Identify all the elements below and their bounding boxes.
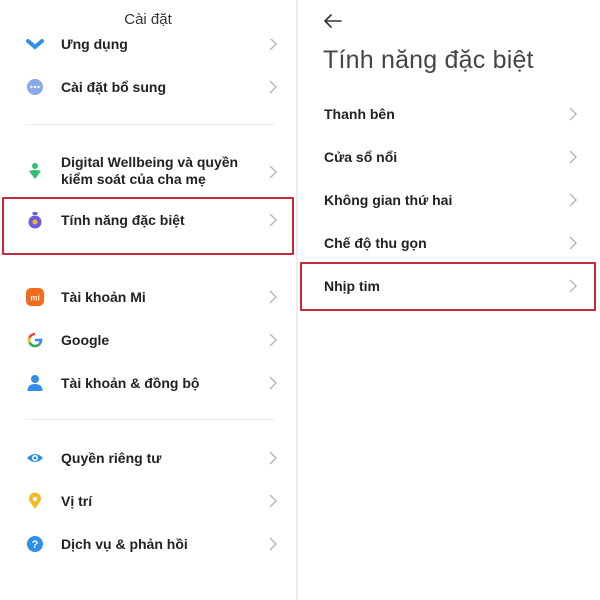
- settings-item-label: Tài khoản & đồng bộ: [61, 374, 200, 391]
- google-icon: [26, 331, 44, 349]
- account-icon: [26, 374, 44, 392]
- settings-item-mi-account[interactable]: mi Tài khoản Mi: [0, 277, 296, 317]
- settings-panel: Ứng dụng Cài đặt Cài đặt bổ sung Digital…: [0, 0, 296, 600]
- chevron-right-icon: [269, 451, 277, 465]
- feature-item-label: Thanh bên: [324, 106, 395, 122]
- chevron-right-icon: [269, 165, 277, 179]
- chevron-right-icon: [269, 290, 277, 304]
- chevron-right-icon: [269, 494, 277, 508]
- location-pin-icon: [26, 492, 44, 510]
- highlight-box: [2, 197, 294, 255]
- settings-item-label: Vị trí: [61, 492, 93, 509]
- highlight-box: [300, 262, 596, 311]
- chevron-right-icon: [569, 236, 577, 250]
- divider: [26, 124, 274, 125]
- divider: [26, 419, 274, 420]
- eye-icon: [26, 449, 44, 467]
- settings-item-label-line1: Digital Wellbeing và quyền: [61, 154, 239, 170]
- settings-item-digital-wellbeing[interactable]: Digital Wellbeing và quyền kiểm soát của…: [0, 150, 296, 194]
- settings-item-location[interactable]: Vị trí: [0, 481, 296, 521]
- more-dots-icon: [26, 78, 44, 96]
- settings-item-label-line2: kiểm soát của cha mẹ: [61, 171, 206, 187]
- settings-item-services-feedback[interactable]: ? Dịch vụ & phản hồi: [0, 524, 296, 564]
- svg-text:?: ?: [32, 539, 39, 551]
- settings-item-label: Cài đặt bổ sung: [61, 78, 166, 95]
- page-title: Tính năng đặc biệt: [323, 46, 534, 74]
- chevron-right-icon: [269, 537, 277, 551]
- chevron-right-icon: [269, 333, 277, 347]
- chevron-right-icon: [569, 150, 577, 164]
- chevron-right-icon: [269, 376, 277, 390]
- feature-item-label: Chế độ thu gọn: [324, 235, 427, 251]
- settings-item-label: Tài khoản Mi: [61, 288, 146, 305]
- feature-item-compact-mode[interactable]: Chế độ thu gọn: [298, 223, 600, 263]
- chevron-right-icon: [569, 107, 577, 121]
- wellbeing-icon: [26, 162, 44, 180]
- help-icon: ?: [26, 535, 44, 553]
- back-arrow-icon[interactable]: [322, 10, 344, 32]
- chevron-right-icon: [269, 80, 277, 94]
- settings-item-label: Quyền riêng tư: [61, 449, 162, 466]
- feature-item-floating-window[interactable]: Cửa sổ nổi: [298, 137, 600, 177]
- settings-item-google[interactable]: Google: [0, 320, 296, 360]
- settings-item-label: Dịch vụ & phản hồi: [61, 535, 188, 552]
- settings-item-accounts-sync[interactable]: Tài khoản & đồng bộ: [0, 363, 296, 403]
- page-title: Cài đặt: [0, 11, 296, 39]
- settings-item-additional[interactable]: Cài đặt bổ sung: [0, 67, 296, 107]
- settings-item-privacy[interactable]: Quyền riêng tư: [0, 438, 296, 478]
- chevron-right-icon: [569, 193, 577, 207]
- mi-logo-icon: mi: [26, 288, 44, 306]
- feature-item-sidebar[interactable]: Thanh bên: [298, 94, 600, 134]
- svg-text:mi: mi: [30, 294, 39, 303]
- settings-item-label: Google: [61, 331, 110, 348]
- feature-item-label: Không gian thứ hai: [324, 192, 453, 208]
- feature-item-label: Cửa sổ nổi: [324, 149, 398, 165]
- feature-item-second-space[interactable]: Không gian thứ hai: [298, 180, 600, 220]
